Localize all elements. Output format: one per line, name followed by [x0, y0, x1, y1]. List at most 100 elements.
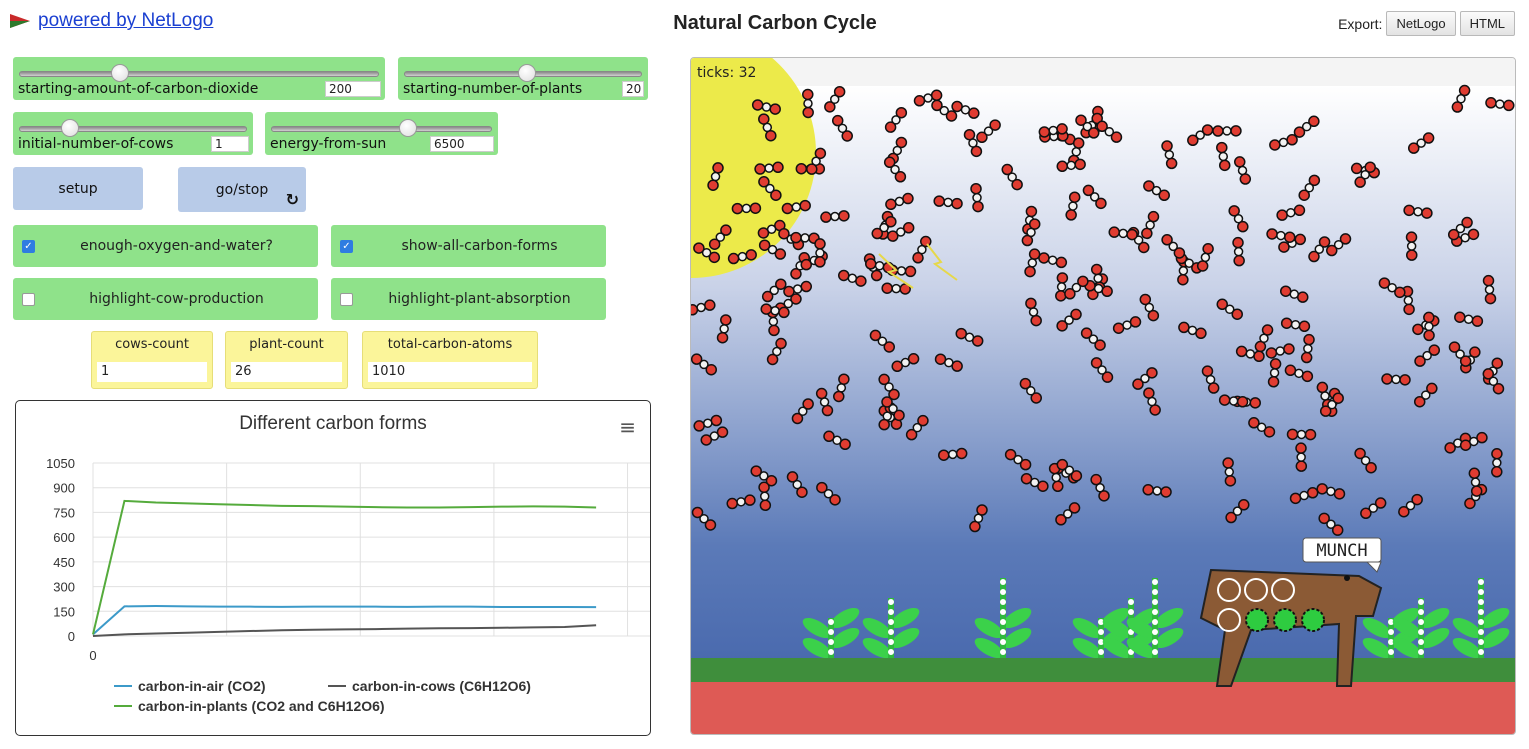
- switch-highlight-cow-production[interactable]: highlight-cow-production: [13, 278, 318, 320]
- slider-thumb[interactable]: [61, 119, 79, 137]
- monitor-label: total-carbon-atoms: [387, 337, 513, 352]
- series-line-2: [92, 624, 597, 637]
- slider-value[interactable]: 1: [211, 136, 249, 152]
- go-stop-button-label: go/stop: [215, 181, 269, 198]
- go-stop-button[interactable]: go/stop ↻: [178, 167, 306, 212]
- co2-molecule: [1267, 358, 1282, 388]
- co2-molecule: [1423, 311, 1435, 342]
- series-line-3: [92, 499, 597, 635]
- slider-label: starting-number-of-plants: [403, 81, 583, 97]
- slider-track[interactable]: [271, 126, 492, 132]
- export-bar: Export: NetLogo HTML: [1338, 11, 1515, 36]
- ticks-bar: [691, 58, 1515, 86]
- x-tick-label: 0: [89, 648, 96, 663]
- world-canvas[interactable]: MUNCH: [691, 58, 1516, 735]
- slider-track[interactable]: [19, 126, 247, 132]
- legend-item: carbon-in-cows (C6H12O6): [352, 678, 531, 694]
- ticks-counter: ticks: 32: [697, 65, 757, 81]
- setup-button[interactable]: setup: [13, 167, 143, 210]
- slider-label: energy-from-sun: [270, 136, 387, 152]
- monitor-plant-count: plant-count 26: [225, 331, 348, 389]
- co2-molecule: [802, 88, 814, 119]
- co2-molecule: [1232, 236, 1245, 267]
- y-tick-label: 600: [53, 530, 75, 545]
- co2-molecule: [1212, 125, 1242, 137]
- slider-thumb[interactable]: [398, 119, 417, 137]
- co2-molecule: [1056, 158, 1086, 173]
- y-tick-label: 150: [53, 604, 75, 619]
- co2-molecule: [731, 202, 762, 215]
- co2-molecule: [1381, 373, 1411, 386]
- monitor-label: cows-count: [115, 337, 189, 352]
- co2-molecule: [1286, 428, 1317, 441]
- monitor-label: plant-count: [249, 337, 324, 352]
- slider-value[interactable]: 20: [622, 81, 644, 97]
- co2-molecule: [820, 210, 850, 223]
- co2-molecule: [1491, 448, 1503, 478]
- slider-label: starting-amount-of-carbon-dioxide: [18, 81, 259, 97]
- monitor-value: 26: [231, 362, 342, 382]
- carbon-forms-plot: Different carbon forms ≡ 0 150 300 450 600 75…: [15, 400, 651, 736]
- grass-strip: [691, 658, 1515, 682]
- slider-value[interactable]: 6500: [430, 136, 494, 152]
- slider-thumb[interactable]: [518, 64, 537, 82]
- slider-energy-from-sun[interactable]: energy-from-sun 6500: [265, 112, 498, 155]
- export-label: Export:: [1338, 15, 1383, 32]
- checkbox-icon[interactable]: ✓: [22, 239, 35, 253]
- export-html-button[interactable]: HTML: [1459, 11, 1515, 36]
- netlogo-logo-icon: [10, 14, 30, 28]
- co2-molecule: [881, 282, 911, 295]
- co2-molecule: [1142, 484, 1172, 498]
- powered-link-text[interactable]: powered by NetLogo: [38, 10, 213, 32]
- co2-molecule: [938, 447, 968, 461]
- co2-molecule: [1218, 394, 1249, 408]
- slider-starting-plants[interactable]: starting-number-of-plants 20: [398, 57, 648, 100]
- powered-by-netlogo-link[interactable]: powered by NetLogo: [10, 10, 213, 32]
- forever-loop-icon: ↻: [285, 190, 299, 209]
- y-tick-label: 300: [53, 580, 75, 595]
- y-tick-label: 450: [53, 555, 75, 570]
- y-tick-label: 1050: [46, 456, 75, 471]
- slider-thumb[interactable]: [111, 64, 130, 82]
- monitor-total-carbon-atoms: total-carbon-atoms 1010: [362, 331, 538, 389]
- co2-molecule: [754, 161, 784, 175]
- y-tick-label: 750: [53, 505, 75, 520]
- plot-svg: 0 150 300 450 600 750 900 1050 0 carbon-in-air (…: [46, 456, 650, 714]
- switch-label: show-all-carbon-forms: [401, 238, 558, 254]
- co2-molecule: [933, 195, 963, 210]
- monitor-value: 1: [97, 362, 207, 382]
- switch-label: enough-oxygen-and-water?: [80, 238, 273, 254]
- checkbox-icon[interactable]: [340, 292, 353, 306]
- world-view[interactable]: MUNCH ticks: 32: [690, 57, 1516, 735]
- co2-molecule: [1482, 274, 1497, 305]
- slider-initial-cows[interactable]: initial-number-of-cows 1: [13, 112, 253, 155]
- soil: [691, 682, 1515, 734]
- co2-molecule: [1222, 457, 1237, 487]
- switch-label: highlight-plant-absorption: [388, 291, 571, 307]
- co2-molecule: [758, 481, 772, 512]
- monitor-cows-count: cows-count 1: [91, 331, 213, 389]
- monitor-value: 1010: [368, 362, 532, 382]
- page-title: Natural Carbon Cycle: [673, 12, 877, 34]
- co2-molecule: [1468, 467, 1483, 497]
- export-netlogo-button[interactable]: NetLogo: [1386, 11, 1456, 36]
- slider-starting-co2[interactable]: starting-amount-of-carbon-dioxide 200: [13, 57, 385, 100]
- switch-label: highlight-cow-production: [89, 291, 264, 307]
- slider-track[interactable]: [19, 71, 379, 77]
- co2-molecule: [1300, 333, 1315, 364]
- legend-item: carbon-in-plants (CO2 and C6H12O6): [138, 698, 385, 714]
- switch-enough-oxygen-and-water[interactable]: ✓ enough-oxygen-and-water?: [13, 225, 318, 267]
- co2-molecule: [1108, 226, 1138, 241]
- switch-highlight-plant-absorption[interactable]: highlight-plant-absorption: [331, 278, 606, 320]
- legend-item: carbon-in-air (CO2): [138, 678, 266, 694]
- switch-show-all-carbon-forms[interactable]: ✓ show-all-carbon-forms: [331, 225, 606, 267]
- co2-molecule: [1295, 442, 1308, 472]
- y-tick-label: 900: [53, 481, 75, 496]
- checkbox-icon[interactable]: ✓: [340, 239, 353, 253]
- slider-value[interactable]: 200: [325, 81, 381, 97]
- slider-label: initial-number-of-cows: [18, 136, 174, 152]
- co2-molecule: [970, 182, 984, 213]
- co2-molecule: [814, 238, 826, 268]
- checkbox-icon[interactable]: [22, 292, 35, 306]
- co2-molecule: [1405, 231, 1418, 261]
